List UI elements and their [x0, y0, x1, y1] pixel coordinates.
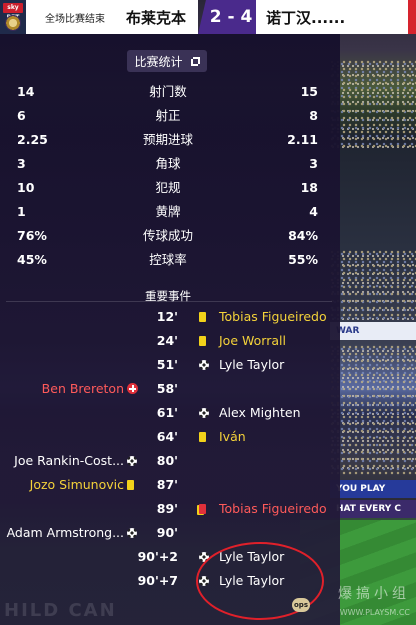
yellow-card-icon	[199, 432, 206, 442]
event-player[interactable]: Joe Rankin-Cost...	[14, 449, 124, 473]
event-row: 24' Joe Worrall	[0, 329, 340, 353]
substitution-icon	[127, 383, 138, 394]
event-minute: 89'	[156, 501, 178, 516]
red-card-icon	[199, 504, 206, 514]
event-player[interactable]: Iván	[219, 425, 246, 449]
crowd-lower	[330, 345, 416, 475]
stat-row: 10 犯规 18	[0, 176, 340, 200]
stat-label: 黄牌	[155, 204, 181, 219]
goal-ball-icon	[127, 528, 137, 538]
home-team-name: 布莱克本	[114, 0, 198, 34]
stat-row: 45% 控球率 55%	[0, 248, 340, 272]
yellow-card-icon	[199, 336, 206, 346]
stat-away-value: 3	[309, 156, 318, 171]
event-row: 61' Alex Mighten	[0, 401, 340, 425]
broadcaster-logo: sky BET	[3, 3, 23, 21]
event-minute: 64'	[156, 429, 178, 444]
event-row: 89' Tobias Figueiredo	[0, 497, 340, 521]
match-status: 全场比赛结束	[26, 0, 124, 34]
event-player[interactable]: Ben Brereton	[42, 377, 124, 401]
match-stats-label: 比赛统计	[134, 54, 183, 69]
stat-label: 射正	[155, 108, 181, 123]
event-minute: 90'	[156, 525, 178, 540]
event-minute: 51'	[156, 357, 178, 372]
event-player[interactable]: Lyle Taylor	[219, 353, 284, 377]
crowd-middle	[330, 250, 416, 320]
stats-table: 14 射门数 15 6 射正 8 2.25 预期进球 2.11 3 角球 3 10 犯规 18 1 黄牌 4 76%…	[0, 80, 340, 272]
away-team-label: 诺丁汉......	[266, 8, 346, 27]
event-row: 51' Lyle Taylor	[0, 353, 340, 377]
stat-away-value: 18	[300, 180, 318, 195]
event-player[interactable]: Joe Worrall	[219, 329, 286, 353]
event-row: 58' Ben Brereton	[0, 377, 340, 401]
event-minute: 24'	[156, 333, 178, 348]
stat-row: 3 角球 3	[0, 152, 340, 176]
adboard-that-every: HAT EVERY C	[330, 500, 416, 518]
stat-row: 6 射正 8	[0, 104, 340, 128]
event-row: 90' Adam Armstrong...	[0, 521, 340, 545]
goal-ball-icon	[199, 360, 209, 370]
event-player[interactable]: Tobias Figueiredo	[219, 305, 327, 329]
yellow-card-icon	[199, 312, 206, 322]
stat-label: 角球	[155, 156, 181, 171]
stat-away-value: 55%	[288, 252, 318, 267]
stat-row: 1 黄牌 4	[0, 200, 340, 224]
stat-label: 犯规	[155, 180, 181, 195]
event-minute: 90'+2	[137, 549, 178, 564]
stat-away-value: 8	[309, 108, 318, 123]
stat-row: 76% 传球成功 84%	[0, 224, 340, 248]
league-crest-icon	[5, 15, 21, 31]
watermark: 爆搞小组	[338, 586, 410, 602]
adboard-you-play: YOU PLAY	[330, 480, 416, 498]
stat-away-value: 4	[309, 204, 318, 219]
background-slogan: HILD CAN	[4, 600, 117, 621]
crowd-upper	[330, 60, 416, 150]
away-team-name: 诺丁汉......	[256, 0, 416, 34]
event-player[interactable]: Adam Armstrong...	[7, 521, 124, 545]
event-row: 12' Tobias Figueiredo	[0, 305, 340, 329]
event-player[interactable]: Jozo Simunovic	[30, 473, 124, 497]
event-minute: 80'	[156, 453, 178, 468]
watermark-url: WWW.PLAYSM.CC	[339, 608, 410, 617]
event-minute: 87'	[156, 477, 178, 492]
event-minute: 90'+7	[137, 573, 178, 588]
event-row: 87' Jozo Simunovic	[0, 473, 340, 497]
stat-label: 预期进球	[142, 132, 193, 147]
yellow-card-icon	[127, 480, 134, 490]
adboard-war: WAR	[330, 322, 416, 340]
stat-label: 传球成功	[142, 228, 193, 243]
stat-row: 2.25 预期进球 2.11	[0, 128, 340, 152]
score-header: sky BET 全场比赛结束 布莱克本 2 - 4 诺丁汉......	[0, 0, 416, 34]
event-minute: 61'	[156, 405, 178, 420]
event-player[interactable]: Alex Mighten	[219, 401, 301, 425]
event-row: 80' Joe Rankin-Cost...	[0, 449, 340, 473]
stat-away-value: 2.11	[287, 132, 318, 147]
event-player[interactable]: Tobias Figueiredo	[219, 497, 327, 521]
stat-away-value: 84%	[288, 228, 318, 243]
events-divider	[6, 301, 332, 302]
event-minute: 12'	[156, 309, 178, 324]
event-row: 64' Iván	[0, 425, 340, 449]
match-score: 2 - 4	[198, 0, 264, 34]
goal-ball-icon	[127, 456, 137, 466]
stat-label: 控球率	[149, 252, 187, 267]
header-red-stripe	[408, 0, 416, 34]
stat-label: 射门数	[149, 84, 187, 99]
competition-badge: sky BET	[0, 0, 26, 34]
match-stats-button[interactable]: 比赛统计	[127, 50, 207, 72]
stat-away-value: 15	[300, 84, 318, 99]
expand-icon	[190, 56, 200, 66]
stat-row: 14 射门数 15	[0, 80, 340, 104]
goal-ball-icon	[199, 408, 209, 418]
